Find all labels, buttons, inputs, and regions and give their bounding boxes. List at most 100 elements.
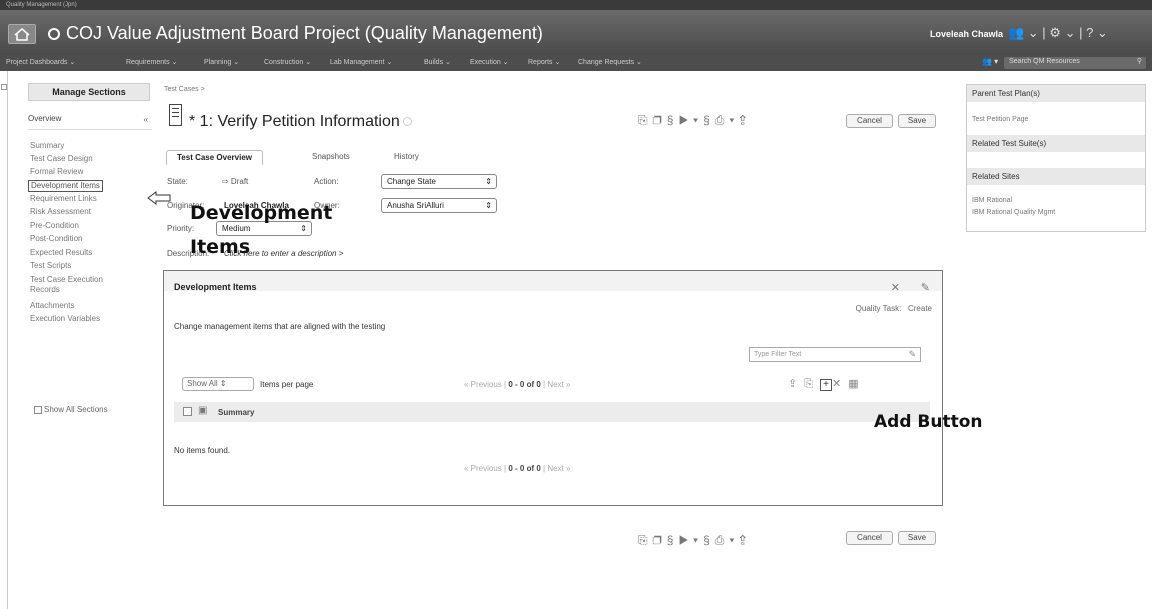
menu-planning[interactable]: Planning ⌄ xyxy=(204,58,239,66)
menu-execution[interactable]: Execution ⌄ xyxy=(470,58,509,66)
pager-next[interactable]: | Next » xyxy=(543,380,570,389)
breadcrumb[interactable]: Test Cases > xyxy=(164,86,205,93)
quality-task-label: Quality Task: xyxy=(855,304,902,313)
sidebar-item-pre-condition[interactable]: Pre-Condition xyxy=(30,221,79,231)
edit-icon[interactable]: ✎ xyxy=(921,281,930,294)
menu-builds[interactable]: Builds ⌄ xyxy=(424,58,451,66)
clear-filter-icon[interactable]: ✎ xyxy=(908,349,916,360)
priority-label: Priority: xyxy=(167,224,195,233)
column-summary[interactable]: Summary xyxy=(218,408,254,417)
menu-change-requests[interactable]: Change Requests ⌄ xyxy=(578,58,642,66)
items-per-page-select[interactable]: Show All ⇕ xyxy=(182,377,254,391)
copy-icon[interactable]: ⎘ xyxy=(638,113,653,127)
remove-icon[interactable]: ✕ xyxy=(832,378,848,390)
print-icon[interactable]: ⎙▾ xyxy=(715,113,740,127)
manage-sections-button[interactable]: Manage Sections xyxy=(28,83,150,101)
sidebar-item-post-condition[interactable]: Post-Condition xyxy=(30,234,82,244)
menu-construction[interactable]: Construction ⌄ xyxy=(264,58,311,66)
search-input[interactable]: Search QM Resources ⚲ xyxy=(1004,57,1146,69)
sidebar-item-attachments[interactable]: Attachments xyxy=(30,301,74,311)
menu-requirements[interactable]: Requirements ⌄ xyxy=(126,58,177,66)
print-icon[interactable]: ⎙▾ xyxy=(715,533,740,547)
save-button-bottom[interactable]: Save xyxy=(898,531,936,545)
script-icon[interactable]: § xyxy=(703,113,715,127)
share-icon[interactable]: ⇪ xyxy=(739,533,751,547)
cancel-button-bottom[interactable]: Cancel xyxy=(846,531,893,545)
sidebar-item-formal-review[interactable]: Formal Review xyxy=(30,167,83,177)
sidebar-item-development-items[interactable]: Development Items xyxy=(28,180,103,192)
help-icon[interactable] xyxy=(402,117,412,127)
priority-select-value: Medium xyxy=(222,224,251,233)
run-icon[interactable]: ▶▾ xyxy=(678,113,703,127)
sidebar-item-test-case-design[interactable]: Test Case Design xyxy=(30,154,93,164)
close-icon[interactable]: ✕ xyxy=(891,281,900,294)
new-icon[interactable]: ⎘ xyxy=(804,378,820,390)
pager-prev[interactable]: « Previous | xyxy=(464,380,506,389)
owner-select[interactable]: Anusha SriAlluri ⇕ xyxy=(381,198,497,213)
tab-snapshots[interactable]: Snapshots xyxy=(302,150,360,163)
add-button[interactable]: + xyxy=(820,379,833,391)
cancel-button[interactable]: Cancel xyxy=(846,114,893,128)
action-select[interactable]: Change State ⇕ xyxy=(381,174,497,189)
pager-next[interactable]: | Next » xyxy=(543,464,570,473)
link-icon[interactable]: ⇪ xyxy=(788,378,804,390)
annotation-items: Items xyxy=(190,236,251,258)
document-icon xyxy=(169,104,182,126)
collapse-sidebar-icon[interactable]: « xyxy=(144,115,148,124)
filter-input[interactable]: Type Filter Text ✎ xyxy=(749,347,921,362)
sidebar-item-requirement-links[interactable]: Requirement Links xyxy=(30,194,97,204)
menu-lab-management[interactable]: Lab Management ⌄ xyxy=(330,58,392,66)
table-toolbar: ⇪⎘ + ✕▦ xyxy=(788,377,866,391)
annotation-add-button: Add Button xyxy=(874,412,983,432)
copy-icon[interactable]: ⎘ xyxy=(638,533,653,547)
script-icon[interactable]: § xyxy=(703,533,715,547)
search-icon[interactable]: ⚲ xyxy=(1137,57,1142,65)
action-select-value: Change State xyxy=(387,177,436,186)
save-button[interactable]: Save xyxy=(898,114,936,128)
sidebar-item-test-scripts[interactable]: Test Scripts xyxy=(30,261,71,271)
sidebar-item-risk-assessment[interactable]: Risk Assessment xyxy=(30,207,91,217)
share-icon[interactable]: ⇪ xyxy=(739,113,751,127)
pager-top: « Previous | 0 - 0 of 0 | Next » xyxy=(464,380,570,389)
tab-history[interactable]: History xyxy=(384,150,429,163)
export-icon[interactable]: ▦ xyxy=(848,378,865,390)
test-case-toolbar: ⎘❐§▶▾§⎙▾⇪ xyxy=(638,113,751,128)
home-button[interactable] xyxy=(8,24,36,44)
link-icon[interactable]: § xyxy=(667,113,679,127)
pager-range: 0 - 0 of 0 xyxy=(508,380,541,389)
checkbox-box[interactable] xyxy=(34,405,42,414)
sidebar-item-execution-variables[interactable]: Execution Variables xyxy=(30,314,100,324)
show-all-sections-checkbox[interactable]: Show All Sections xyxy=(34,405,108,414)
link-icon[interactable]: § xyxy=(667,533,679,547)
duplicate-icon[interactable]: ❐ xyxy=(653,533,667,547)
main-menu: Project Dashboards ⌄ Requirements ⌄ Plan… xyxy=(0,55,1152,71)
gear-icon[interactable]: ⚙ xyxy=(1049,25,1061,40)
menu-project-dashboards[interactable]: Project Dashboards ⌄ xyxy=(6,58,75,66)
related-site-ibm-rational[interactable]: IBM Rational xyxy=(972,197,1012,204)
select-all-checkbox[interactable] xyxy=(183,407,192,416)
sidebar-item-expected-results[interactable]: Expected Results xyxy=(30,248,92,258)
pager-bottom: « Previous | 0 - 0 of 0 | Next » xyxy=(464,464,570,473)
tab-test-case-overview[interactable]: Test Case Overview xyxy=(166,150,264,165)
header-icons: 👥 ⌄ | ⚙ ⌄ | ? ⌄ xyxy=(1008,25,1108,40)
menu-reports[interactable]: Reports ⌄ xyxy=(528,58,560,66)
related-site-ibm-rational-qm[interactable]: IBM Rational Quality Mgmt xyxy=(972,209,1055,216)
pager-prev[interactable]: « Previous | xyxy=(464,464,506,473)
sidebar-item-execution-records-line1[interactable]: Test Case Execution xyxy=(30,275,103,285)
parent-plan-header: Parent Test Plan(s) xyxy=(967,85,1145,102)
related-sites-header: Related Sites xyxy=(967,168,1145,185)
collapse-handle-icon[interactable] xyxy=(1,84,7,90)
parent-plan-link[interactable]: Test Petition Page xyxy=(972,116,1028,123)
run-icon[interactable]: ▶▾ xyxy=(678,533,703,547)
panel-header xyxy=(164,271,942,291)
search-placeholder: Search QM Resources xyxy=(1009,58,1080,65)
search-scope-icon[interactable]: 👥 ▾ xyxy=(982,57,998,66)
duplicate-icon[interactable]: ❐ xyxy=(653,113,667,127)
help-icon[interactable]: ? xyxy=(1086,25,1093,40)
people-icon[interactable]: 👥 xyxy=(1008,25,1024,40)
user-name[interactable]: Loveleah Chawla xyxy=(930,29,1003,39)
sidebar-item-summary[interactable]: Summary xyxy=(30,141,64,151)
create-link[interactable]: Create xyxy=(908,304,932,313)
sidebar-item-execution-records-line2[interactable]: Records xyxy=(30,285,60,295)
overview-header[interactable]: Overview « xyxy=(28,114,152,130)
